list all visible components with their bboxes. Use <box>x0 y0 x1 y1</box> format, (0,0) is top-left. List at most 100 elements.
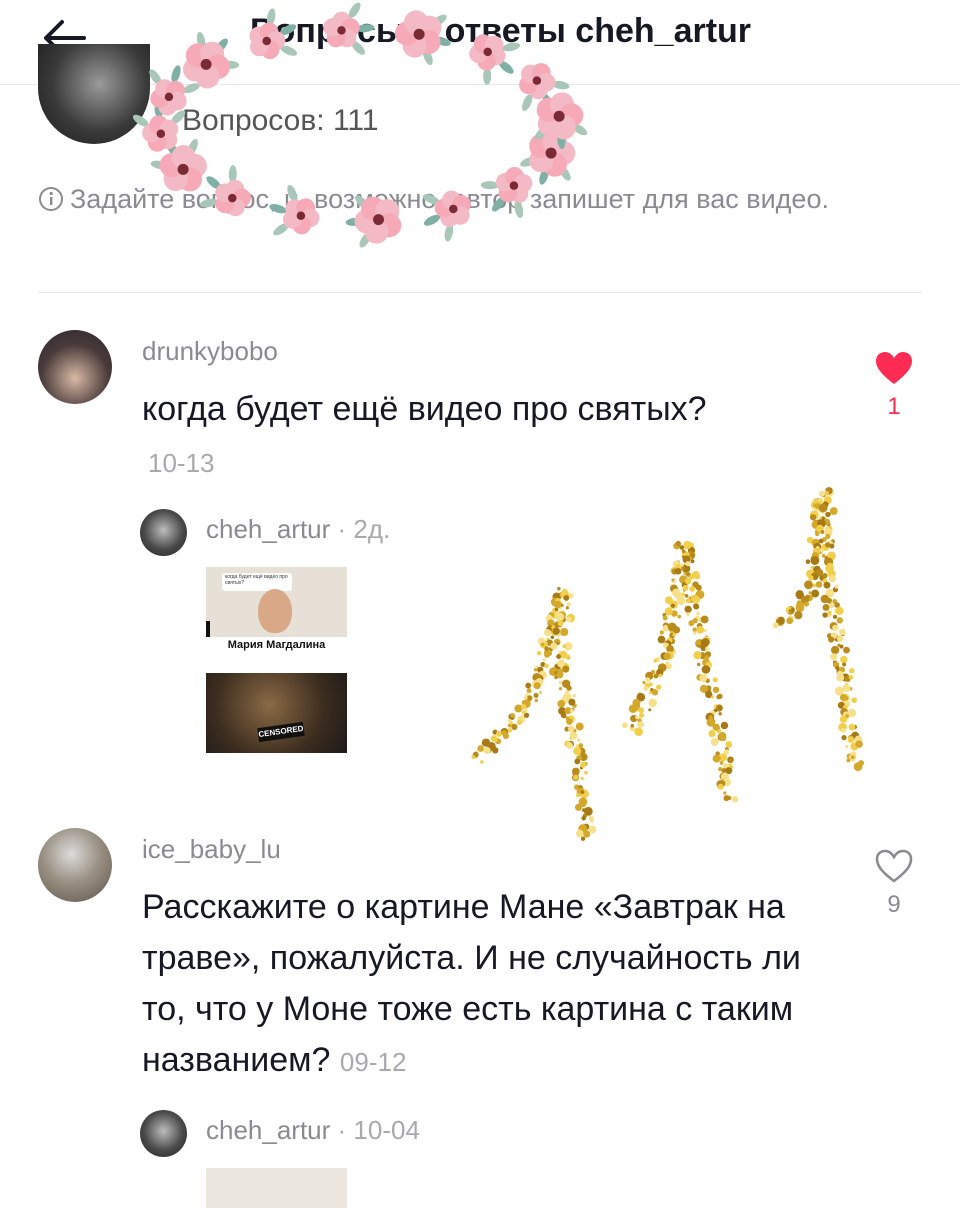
wreath-flower-center <box>156 129 166 139</box>
glitter-dot <box>507 718 512 723</box>
glitter-dot <box>725 767 733 775</box>
glitter-dot <box>551 612 558 619</box>
wreath-petal <box>158 130 178 150</box>
glitter-dot <box>521 700 527 706</box>
glitter-dot <box>717 783 724 790</box>
glitter-dot <box>578 824 588 834</box>
glitter-dot <box>808 591 812 595</box>
glitter-dot <box>825 588 835 598</box>
glitter-dot <box>716 694 721 700</box>
glitter-dot <box>826 567 830 571</box>
reply-avatar[interactable] <box>140 1110 187 1157</box>
glitter-dot <box>480 760 484 764</box>
glitter-dot <box>581 808 586 812</box>
glitter-dot <box>828 602 835 609</box>
reply-username[interactable]: cheh_artur <box>206 1115 330 1145</box>
glitter-dot <box>691 571 700 579</box>
glitter-dot <box>829 507 838 515</box>
like-count: 9 <box>887 891 901 918</box>
glitter-dot <box>826 488 834 497</box>
glitter-dot <box>809 510 819 520</box>
glitter-dot <box>682 584 689 592</box>
glitter-dot <box>564 707 572 715</box>
glitter-dot <box>571 773 580 782</box>
glitter-dot <box>694 573 701 580</box>
heart-outline-icon <box>875 849 913 883</box>
glitter-dot <box>635 715 639 720</box>
glitter-dot <box>547 619 555 627</box>
reply-avatar[interactable] <box>140 509 187 556</box>
glitter-dot <box>690 559 695 564</box>
glitter-dot <box>815 568 824 577</box>
glitter-dot <box>548 611 555 618</box>
glitter-dot <box>806 536 814 544</box>
glitter-dot <box>533 668 538 672</box>
info-icon <box>38 184 64 222</box>
glitter-dot <box>815 500 823 509</box>
glitter-dot <box>716 726 721 731</box>
glitter-dot <box>576 755 582 761</box>
glitter-dot <box>565 606 569 610</box>
glitter-dot <box>685 598 691 604</box>
glitter-dot <box>700 675 705 680</box>
glitter-dot <box>670 566 678 575</box>
glitter-dot <box>538 690 543 695</box>
glitter-dot <box>837 701 845 709</box>
glitter-dot <box>695 639 704 648</box>
glitter-dot <box>719 761 724 765</box>
like-button[interactable]: 9 <box>864 848 924 919</box>
glitter-dot <box>844 682 849 687</box>
glitter-dot <box>653 658 658 663</box>
comment-username[interactable]: ice_baby_lu <box>142 834 281 865</box>
glitter-dot <box>836 617 844 624</box>
glitter-dot <box>695 639 702 646</box>
wreath-petal <box>182 153 207 179</box>
glitter-dot <box>836 673 845 682</box>
glitter-dot <box>817 519 826 528</box>
wreath-flower-center <box>545 147 557 159</box>
reply-video-thumbnail[interactable]: когда будет ещё видео про святых? Мария … <box>206 567 347 753</box>
reply-video-thumbnail[interactable] <box>206 1168 347 1208</box>
glitter-dot <box>700 644 707 652</box>
glitter-dot <box>681 554 687 559</box>
glitter-dot <box>689 552 695 558</box>
glitter-dot <box>557 650 565 658</box>
glitter-dot <box>663 642 669 649</box>
glitter-dot <box>582 813 588 818</box>
wreath-petal <box>149 115 169 135</box>
glitter-dot <box>723 749 730 755</box>
glitter-dot <box>826 633 833 639</box>
reply-username[interactable]: cheh_artur <box>206 514 330 544</box>
glitter-dot <box>713 739 719 744</box>
glitter-dot <box>687 546 696 555</box>
glitter-dot <box>806 595 813 602</box>
glitter-dot <box>692 581 699 589</box>
glitter-dot <box>572 728 577 733</box>
glitter-dot <box>563 595 570 601</box>
glitter-dot <box>814 503 821 510</box>
glitter-dot <box>556 641 560 645</box>
glitter-dot <box>648 698 657 708</box>
glitter-dot <box>845 714 849 719</box>
glitter-dot <box>826 511 831 517</box>
wreath-petal <box>142 123 161 143</box>
glitter-dot <box>827 559 832 564</box>
commenter-avatar[interactable] <box>38 330 112 404</box>
glitter-dot <box>579 798 584 804</box>
glitter-dot <box>675 591 683 600</box>
comment-username[interactable]: drunkybobo <box>142 336 278 367</box>
glitter-dot <box>566 742 573 749</box>
profile-avatar[interactable] <box>38 44 150 144</box>
glitter-dot <box>665 662 672 670</box>
glitter-dot <box>555 610 564 618</box>
glitter-dot <box>658 673 663 678</box>
glitter-dot <box>665 596 673 605</box>
glitter-dot <box>560 628 569 637</box>
glitter-dot <box>681 564 691 573</box>
like-button[interactable]: 1 <box>864 350 924 421</box>
commenter-avatar[interactable] <box>38 828 112 902</box>
glitter-dot <box>550 597 560 607</box>
glitter-dot <box>834 602 840 608</box>
glitter-dot <box>839 644 844 649</box>
glitter-dot <box>566 602 571 607</box>
